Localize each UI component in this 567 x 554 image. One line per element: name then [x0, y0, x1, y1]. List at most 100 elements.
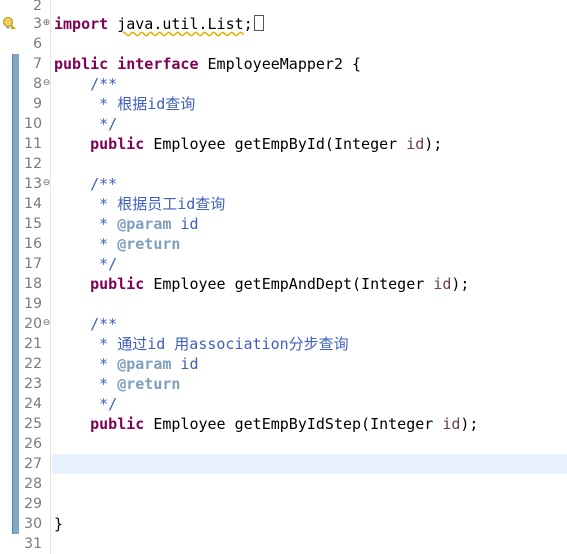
code-line-content[interactable]: * @return: [52, 234, 567, 254]
code-line-content[interactable]: [52, 534, 567, 554]
javadoc-star: *: [54, 235, 118, 253]
code-line-content[interactable]: * @return: [52, 374, 567, 394]
fold-expand-icon[interactable]: ⊕: [42, 19, 51, 28]
change-marker: [12, 314, 19, 334]
code-line-content[interactable]: public Employee getEmpById(Integer id);: [52, 134, 567, 154]
code-line-content[interactable]: */: [52, 254, 567, 274]
code-line[interactable]: 20 ⊖ /**: [0, 314, 567, 334]
code-line[interactable]: 15 * @param id: [0, 214, 567, 234]
fold-collapse-icon[interactable]: ⊖: [42, 179, 51, 188]
code-line-content[interactable]: */: [52, 394, 567, 414]
code-line[interactable]: 24 */: [0, 394, 567, 414]
change-marker: [12, 514, 19, 534]
code-line[interactable]: 7 public interface EmployeeMapper2 {: [0, 54, 567, 74]
line-number: 18: [24, 276, 42, 292]
code-line[interactable]: 21 * 通过id 用association分步查询: [0, 334, 567, 354]
import-path: java.util.List: [117, 15, 244, 33]
code-line[interactable]: 29: [0, 494, 567, 514]
code-line-content[interactable]: [52, 154, 567, 174]
change-marker: [12, 74, 19, 94]
code-line[interactable]: 11 public Employee getEmpById(Integer id…: [0, 134, 567, 154]
line-number: 20: [24, 316, 42, 332]
code-line[interactable]: 3 ⊕ import java.util.List;: [0, 14, 567, 34]
code-line[interactable]: 13 ⊖ /**: [0, 174, 567, 194]
code-line[interactable]: 16 * @return: [0, 234, 567, 254]
code-line[interactable]: 12: [0, 154, 567, 174]
change-marker: [12, 434, 19, 454]
fold-collapse-icon[interactable]: ⊖: [42, 319, 51, 328]
current-code-line[interactable]: 27: [0, 454, 567, 474]
code-line-content[interactable]: [52, 474, 567, 494]
change-marker: [12, 374, 19, 394]
java-code-editor[interactable]: 2 3 ⊕ import java.util.List; 6 7 public …: [0, 0, 567, 554]
code-line[interactable]: 14 * 根据员工id查询: [0, 194, 567, 214]
code-line[interactable]: 22 * @param id: [0, 354, 567, 374]
line-number: 16: [24, 236, 42, 252]
code-line-content[interactable]: * 根据员工id查询: [52, 194, 567, 214]
code-line[interactable]: 9 * 根据id查询: [0, 94, 567, 114]
code-line[interactable]: 26: [0, 434, 567, 454]
keyword: public: [90, 135, 145, 153]
line-number: 8: [33, 76, 42, 92]
line-number: 31: [24, 536, 42, 552]
code-line-content[interactable]: public Employee getEmpByIdStep(Integer i…: [52, 414, 567, 434]
javadoc-text: /**: [54, 315, 118, 333]
fold-collapse-icon[interactable]: ⊖: [42, 79, 51, 88]
line-number: 10: [24, 116, 42, 132]
javadoc-star: *: [54, 355, 118, 373]
code-line[interactable]: 25 public Employee getEmpByIdStep(Intege…: [0, 414, 567, 434]
line-number: 14: [24, 196, 42, 212]
line-number: 23: [24, 376, 42, 392]
code-line[interactable]: 17 */: [0, 254, 567, 274]
line-number: 11: [24, 136, 42, 152]
code-line-content[interactable]: * 根据id查询: [52, 94, 567, 114]
change-marker: [12, 194, 19, 214]
code-line-content[interactable]: * @param id: [52, 354, 567, 374]
code-line-content[interactable]: * 通过id 用association分步查询: [52, 334, 567, 354]
code-line-content[interactable]: import java.util.List;: [52, 14, 567, 34]
code-line[interactable]: 18 public Employee getEmpAndDept(Integer…: [0, 274, 567, 294]
line-number: 29: [24, 496, 42, 512]
code-line[interactable]: 28: [0, 474, 567, 494]
javadoc-star: *: [54, 375, 118, 393]
interface-name: EmployeeMapper2 {: [207, 55, 362, 73]
code-line-content[interactable]: public Employee getEmpAndDept(Integer id…: [52, 274, 567, 294]
line-number: 12: [24, 156, 42, 172]
warning-lightbulb-icon[interactable]: [2, 16, 16, 30]
javadoc-tag-arg: id: [171, 355, 199, 373]
code-line[interactable]: 30 }: [0, 514, 567, 534]
change-marker: [12, 274, 19, 294]
code-line-content[interactable]: /**: [52, 174, 567, 194]
javadoc-tag: @return: [117, 375, 181, 393]
code-line-content[interactable]: [52, 34, 567, 54]
closing-brace: }: [54, 515, 64, 533]
line-number: 22: [24, 356, 42, 372]
change-marker: [12, 234, 19, 254]
change-marker: [12, 474, 19, 494]
code-line-content[interactable]: [52, 494, 567, 514]
change-marker: [12, 94, 19, 114]
code-line[interactable]: 19: [0, 294, 567, 314]
keyword: public: [90, 275, 145, 293]
javadoc-text: /**: [54, 75, 118, 93]
code-line-content[interactable]: [52, 294, 567, 314]
code-line-content[interactable]: * @param id: [52, 214, 567, 234]
code-line[interactable]: 10 */: [0, 114, 567, 134]
code-line-content[interactable]: /**: [52, 74, 567, 94]
code-line-content[interactable]: */: [52, 114, 567, 134]
code-line[interactable]: 31: [0, 534, 567, 554]
code-line[interactable]: 23 * @return: [0, 374, 567, 394]
code-line-content[interactable]: }: [52, 514, 567, 534]
line-number: 30: [24, 516, 42, 532]
keyword: import: [54, 15, 109, 33]
code-line-content[interactable]: public interface EmployeeMapper2 {: [52, 54, 567, 74]
code-line-content[interactable]: /**: [52, 314, 567, 334]
code-line[interactable]: 6: [0, 34, 567, 54]
code-line[interactable]: 8 ⊖ /**: [0, 74, 567, 94]
javadoc-text: */: [54, 255, 118, 273]
code-line-content[interactable]: [52, 454, 567, 474]
javadoc-tag: @return: [117, 235, 181, 253]
line-number: 7: [33, 56, 42, 72]
code-line-content[interactable]: [52, 434, 567, 454]
javadoc-star: *: [54, 215, 118, 233]
